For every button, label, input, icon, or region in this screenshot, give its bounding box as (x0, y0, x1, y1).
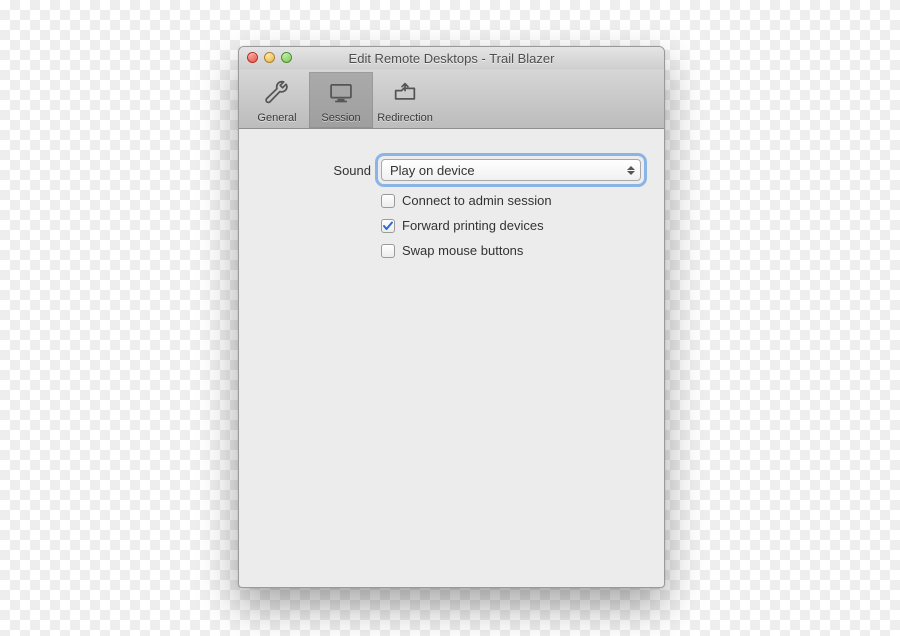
connect-admin-checkbox[interactable] (381, 194, 395, 208)
session-settings-pane: Sound Play on device (239, 129, 664, 288)
swap-mouse-label[interactable]: Swap mouse buttons (402, 243, 523, 258)
preferences-window: Edit Remote Desktops - Trail Blazer Gene… (238, 46, 665, 588)
tab-label-session: Session (321, 112, 360, 124)
swap-mouse-checkbox[interactable] (381, 244, 395, 258)
forward-printing-label[interactable]: Forward printing devices (402, 218, 544, 233)
minimize-window-button[interactable] (264, 52, 275, 63)
tab-label-redirection: Redirection (377, 112, 433, 124)
tab-session[interactable]: Session (309, 72, 373, 128)
tab-label-general: General (257, 112, 296, 124)
connect-admin-label[interactable]: Connect to admin session (402, 193, 552, 208)
sound-select-value: Play on device (390, 163, 475, 178)
sound-label: Sound (261, 163, 371, 178)
window-title: Edit Remote Desktops - Trail Blazer (245, 51, 658, 66)
traffic-lights (247, 52, 292, 63)
tab-redirection[interactable]: Redirection (373, 72, 437, 128)
wrench-icon (263, 79, 291, 110)
forward-printing-checkbox[interactable] (381, 219, 395, 233)
tab-general[interactable]: General (245, 72, 309, 128)
chevron-up-down-icon (624, 161, 638, 179)
window-titlebar[interactable]: Edit Remote Desktops - Trail Blazer (239, 47, 664, 70)
zoom-window-button[interactable] (281, 52, 292, 63)
close-window-button[interactable] (247, 52, 258, 63)
monitor-icon (327, 79, 355, 110)
sound-select[interactable]: Play on device (381, 159, 641, 181)
folder-arrow-icon (391, 79, 419, 110)
preferences-toolbar: General Session (239, 70, 664, 129)
